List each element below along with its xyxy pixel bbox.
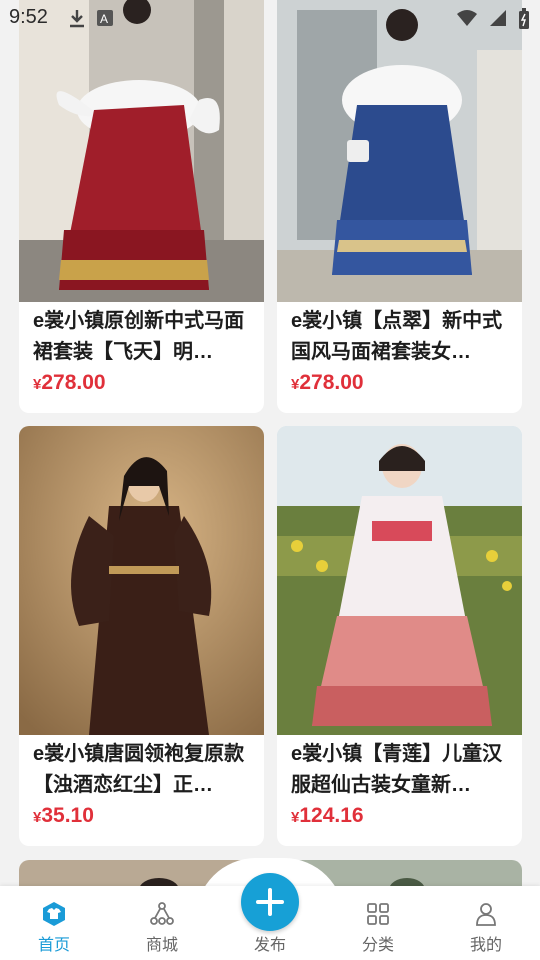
grid-icon xyxy=(367,903,389,925)
product-card[interactable]: e裳小镇原创新中式马面裙套装【飞天】明… ¥278.00 xyxy=(19,0,264,413)
product-title: e裳小镇【青莲】儿童汉服超仙古装女童新… xyxy=(291,743,503,796)
svg-text:A: A xyxy=(100,12,108,26)
tab-label: 分类 xyxy=(361,937,394,954)
tab-label: 我的 xyxy=(469,937,502,954)
product-price: ¥124.16 xyxy=(291,804,364,828)
product-card[interactable]: e裳小镇唐圆领袍复原款【浊酒恋红尘】正… ¥35.10 xyxy=(19,426,264,846)
product-price: ¥278.00 xyxy=(291,371,364,395)
product-image xyxy=(277,426,522,735)
tab-label: 商城 xyxy=(145,937,178,954)
battery-icon xyxy=(519,8,529,29)
user-icon xyxy=(476,903,496,926)
product-title: e裳小镇唐圆领袍复原款【浊酒恋红尘】正… xyxy=(33,743,245,796)
tab-profile[interactable]: 我的 xyxy=(432,886,540,960)
nodes-icon xyxy=(150,902,174,925)
product-price: ¥278.00 xyxy=(33,371,106,395)
price-value: 278.00 xyxy=(41,371,106,394)
status-right-icons xyxy=(456,8,530,30)
tab-home[interactable]: 首页 xyxy=(0,886,108,960)
font-notification-icon: A xyxy=(97,10,113,26)
status-left-icons: A xyxy=(68,8,114,28)
publish-fab-button[interactable] xyxy=(241,873,299,931)
plus-icon xyxy=(256,888,284,916)
product-title: e裳小镇【点翠】新中式国风马面裙套装女… xyxy=(291,310,503,363)
price-value: 124.16 xyxy=(299,804,364,827)
price-value: 35.10 xyxy=(41,804,94,827)
wifi-icon xyxy=(457,10,477,26)
product-image xyxy=(19,0,264,302)
product-image xyxy=(277,0,522,302)
status-bar: 9:52 A xyxy=(0,0,540,36)
status-time: 9:52 xyxy=(9,6,48,28)
tab-category[interactable]: 分类 xyxy=(324,886,432,960)
signal-icon xyxy=(490,10,506,26)
product-image xyxy=(19,426,264,735)
product-title: e裳小镇原创新中式马面裙套装【飞天】明… xyxy=(33,310,245,363)
tab-mall[interactable]: 商城 xyxy=(108,886,216,960)
product-card[interactable]: e裳小镇【点翠】新中式国风马面裙套装女… ¥278.00 xyxy=(277,0,522,413)
download-icon xyxy=(70,10,84,28)
tab-label: 发布 xyxy=(253,937,286,954)
product-card[interactable]: e裳小镇【青莲】儿童汉服超仙古装女童新… ¥124.16 xyxy=(277,426,522,846)
tab-label: 首页 xyxy=(37,937,70,954)
shirt-icon xyxy=(43,902,65,926)
product-price: ¥35.10 xyxy=(33,804,94,828)
price-value: 278.00 xyxy=(299,371,364,394)
